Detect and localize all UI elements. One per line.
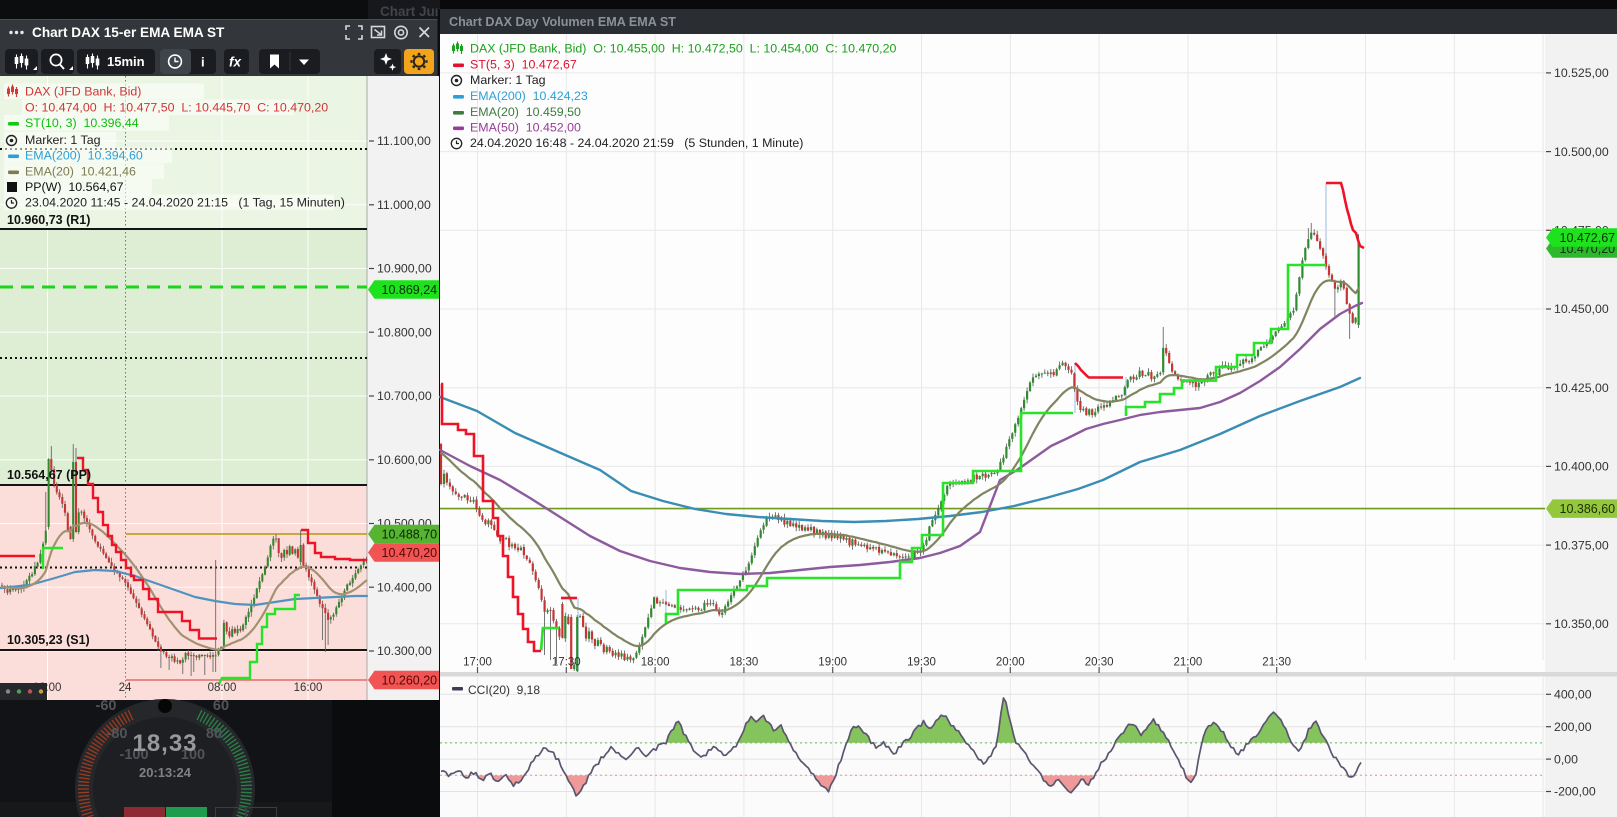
svg-text:i: i (201, 55, 205, 70)
svg-text:17:00: 17:00 (463, 657, 492, 669)
svg-text:10.350,00: 10.350,00 (1554, 617, 1609, 631)
svg-text:DAX (JFD Bank, Bid): DAX (JFD Bank, Bid) (25, 85, 141, 99)
svg-text:18:30: 18:30 (730, 657, 759, 669)
svg-text:EMA(20) 10.421,46: EMA(20) 10.421,46 (25, 165, 136, 179)
svg-text:19:30: 19:30 (907, 657, 936, 669)
svg-text:10.470,20: 10.470,20 (382, 546, 438, 560)
svg-text:18:00: 18:00 (641, 657, 670, 669)
svg-text:21:00: 21:00 (1174, 657, 1203, 669)
svg-text:EMA(50) 10.452,00: EMA(50) 10.452,00 (470, 121, 581, 135)
svg-text:400,00: 400,00 (1554, 688, 1592, 702)
svg-text:EMA(20) 10.459,50: EMA(20) 10.459,50 (470, 105, 581, 119)
svg-text:200,00: 200,00 (1554, 720, 1592, 734)
svg-text:0,00: 0,00 (1554, 752, 1578, 766)
svg-text:10.600,00: 10.600,00 (377, 453, 432, 467)
svg-text:24: 24 (119, 682, 132, 694)
svg-text:10.300,00: 10.300,00 (377, 644, 432, 658)
svg-text:10.800,00: 10.800,00 (377, 325, 432, 339)
svg-text:20:30: 20:30 (1085, 657, 1114, 669)
svg-text:PP(W) 10.564,67: PP(W) 10.564,67 (25, 180, 124, 194)
svg-text:18,33: 18,33 (132, 730, 197, 757)
svg-text:11.100,00: 11.100,00 (377, 134, 431, 148)
svg-text:17:30: 17:30 (552, 657, 581, 669)
svg-text:Chart DAX Day Volumen EMA EMA: Chart DAX Day Volumen EMA EMA ST (449, 15, 676, 29)
svg-text:ST(10, 3) 10.396,44: ST(10, 3) 10.396,44 (25, 116, 139, 130)
svg-text:10.700,00: 10.700,00 (377, 389, 432, 403)
svg-text:Marker: 1 Tag: Marker: 1 Tag (25, 133, 101, 147)
svg-text:10.488,70: 10.488,70 (382, 527, 438, 541)
svg-text:21:30: 21:30 (1262, 657, 1291, 669)
svg-text:60: 60 (213, 698, 229, 714)
svg-text:ST(5, 3) 10.472,67: ST(5, 3) 10.472,67 (470, 58, 577, 72)
svg-text:10.564,67 (PP): 10.564,67 (PP) (7, 468, 91, 482)
svg-text:10.425,00: 10.425,00 (1554, 381, 1609, 395)
svg-text:10.900,00: 10.900,00 (377, 262, 432, 276)
svg-text:10.260,20: 10.260,20 (382, 673, 438, 687)
svg-text:23.04.2020 11:45 - 24.04.2020: 23.04.2020 11:45 - 24.04.2020 21:15 (1 T… (25, 196, 345, 210)
svg-text:10.525,00: 10.525,00 (1554, 66, 1609, 80)
svg-text:10.450,00: 10.450,00 (1554, 302, 1609, 316)
svg-text:08:00: 08:00 (208, 682, 237, 694)
svg-text:10.375,00: 10.375,00 (1554, 538, 1609, 552)
svg-text:10.305,23 (S1): 10.305,23 (S1) (7, 633, 90, 647)
svg-text:20:00: 20:00 (996, 657, 1025, 669)
svg-text:10.400,00: 10.400,00 (377, 581, 432, 595)
svg-text:10.500,00: 10.500,00 (1554, 145, 1609, 159)
svg-text:O: 10.474,00 H: 10.477,50 L:: O: 10.474,00 H: 10.477,50 L: 10.445,70 C… (25, 101, 328, 115)
svg-text:10.960,73 (R1): 10.960,73 (R1) (7, 213, 90, 227)
svg-text:19:00: 19:00 (818, 657, 847, 669)
svg-text:-60: -60 (96, 698, 117, 714)
svg-text:Marker: 1 Tag: Marker: 1 Tag (470, 73, 546, 87)
svg-text:80: 80 (206, 726, 222, 742)
svg-text:DAX (JFD Bank, Bid) O: 10.455: DAX (JFD Bank, Bid) O: 10.455,00 H: 10.4… (470, 42, 896, 56)
svg-text:15min: 15min (107, 54, 145, 69)
svg-text:-200,00: -200,00 (1554, 785, 1596, 799)
svg-text:-80: -80 (107, 726, 128, 742)
svg-text:20:13:24: 20:13:24 (139, 765, 192, 780)
svg-text:10.400,00: 10.400,00 (1554, 460, 1609, 474)
svg-text:Chart DAX 15-er EMA EMA ST: Chart DAX 15-er EMA EMA ST (32, 25, 225, 40)
svg-text:CCI(20) 9,18: CCI(20) 9,18 (468, 683, 540, 697)
svg-text:11.000,00: 11.000,00 (377, 198, 431, 212)
svg-text:EMA(200) 10.394,60: EMA(200) 10.394,60 (25, 149, 143, 163)
svg-text:10.386,60: 10.386,60 (1560, 502, 1616, 516)
svg-text:24.04.2020 16:48 - 24.04.2020: 24.04.2020 16:48 - 24.04.2020 21:59 (5 S… (470, 136, 803, 150)
svg-text:10.472,67: 10.472,67 (1560, 231, 1616, 245)
svg-text:16:00: 16:00 (294, 682, 323, 694)
svg-text:10.869,24: 10.869,24 (382, 283, 438, 297)
svg-text:fx: fx (229, 55, 241, 70)
svg-text:EMA(200) 10.424,23: EMA(200) 10.424,23 (470, 89, 588, 103)
